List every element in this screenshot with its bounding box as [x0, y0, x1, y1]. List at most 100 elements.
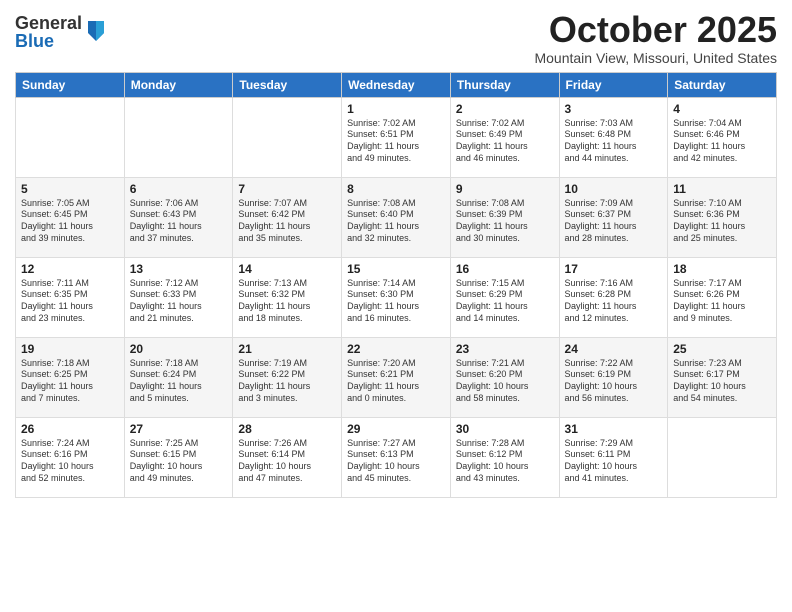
day-cell: 25 Sunrise: 7:23 AM Sunset: 6:17 PM Dayli… [668, 337, 777, 417]
day-number: 26 [21, 422, 119, 436]
col-saturday: Saturday [668, 72, 777, 97]
day-info: Sunrise: 7:14 AM Sunset: 6:30 PM Dayligh… [347, 278, 445, 325]
day-info: Sunrise: 7:10 AM Sunset: 6:36 PM Dayligh… [673, 198, 771, 245]
day-number: 14 [238, 262, 336, 276]
day-info: Sunrise: 7:28 AM Sunset: 6:12 PM Dayligh… [456, 438, 554, 485]
day-info: Sunrise: 7:24 AM Sunset: 6:16 PM Dayligh… [21, 438, 119, 485]
day-number: 7 [238, 182, 336, 196]
day-number: 8 [347, 182, 445, 196]
day-number: 16 [456, 262, 554, 276]
day-cell: 5Sunrise: 7:05 AM Sunset: 6:45 PM Daylig… [16, 177, 125, 257]
day-info: Sunrise: 7:08 AM Sunset: 6:40 PM Dayligh… [347, 198, 445, 245]
day-cell: 8 Sunrise: 7:08 AM Sunset: 6:40 PM Daylig… [342, 177, 451, 257]
day-cell: 20 Sunrise: 7:18 AM Sunset: 6:24 PM Dayli… [124, 337, 233, 417]
title-block: October 2025 Mountain View, Missouri, Un… [534, 10, 777, 66]
day-cell: 23Sunrise: 7:21 AM Sunset: 6:20 PM Dayli… [450, 337, 559, 417]
day-info: Sunrise: 7:29 AM Sunset: 6:11 PM Dayligh… [565, 438, 663, 485]
day-cell [16, 97, 125, 177]
day-number: 3 [565, 102, 663, 116]
day-info: Sunrise: 7:03 AM Sunset: 6:48 PM Dayligh… [565, 118, 663, 165]
day-info: Sunrise: 7:18 AM Sunset: 6:25 PM Dayligh… [21, 358, 119, 405]
day-number: 21 [238, 342, 336, 356]
day-cell: 28Sunrise: 7:26 AM Sunset: 6:14 PM Dayli… [233, 417, 342, 497]
day-number: 1 [347, 102, 445, 116]
day-cell: 31 Sunrise: 7:29 AM Sunset: 6:11 PM Dayli… [559, 417, 668, 497]
day-number: 12 [21, 262, 119, 276]
month-title: October 2025 [534, 10, 777, 50]
day-info: Sunrise: 7:02 AM Sunset: 6:51 PM Dayligh… [347, 118, 445, 165]
day-info: Sunrise: 7:05 AM Sunset: 6:45 PM Dayligh… [21, 198, 119, 245]
day-number: 9 [456, 182, 554, 196]
page: General Blue October 2025 Mountain View,… [0, 0, 792, 612]
day-cell [668, 417, 777, 497]
col-tuesday: Tuesday [233, 72, 342, 97]
col-wednesday: Wednesday [342, 72, 451, 97]
week-row-5: 26 Sunrise: 7:24 AM Sunset: 6:16 PM Dayli… [16, 417, 777, 497]
day-number: 28 [238, 422, 336, 436]
day-info: Sunrise: 7:04 AM Sunset: 6:46 PM Dayligh… [673, 118, 771, 165]
week-row-1: 1 Sunrise: 7:02 AM Sunset: 6:51 PM Daylig… [16, 97, 777, 177]
week-row-2: 5Sunrise: 7:05 AM Sunset: 6:45 PM Daylig… [16, 177, 777, 257]
calendar-table: Sunday Monday Tuesday Wednesday Thursday… [15, 72, 777, 498]
day-number: 6 [130, 182, 228, 196]
day-cell: 27 Sunrise: 7:25 AM Sunset: 6:15 PM Dayli… [124, 417, 233, 497]
day-cell: 13Sunrise: 7:12 AM Sunset: 6:33 PM Dayli… [124, 257, 233, 337]
day-info: Sunrise: 7:09 AM Sunset: 6:37 PM Dayligh… [565, 198, 663, 245]
day-number: 31 [565, 422, 663, 436]
day-cell: 26 Sunrise: 7:24 AM Sunset: 6:16 PM Dayli… [16, 417, 125, 497]
day-number: 20 [130, 342, 228, 356]
day-info: Sunrise: 7:16 AM Sunset: 6:28 PM Dayligh… [565, 278, 663, 325]
day-cell: 19 Sunrise: 7:18 AM Sunset: 6:25 PM Dayli… [16, 337, 125, 417]
day-cell: 21 Sunrise: 7:19 AM Sunset: 6:22 PM Dayli… [233, 337, 342, 417]
day-number: 25 [673, 342, 771, 356]
day-number: 2 [456, 102, 554, 116]
day-cell: 16 Sunrise: 7:15 AM Sunset: 6:29 PM Dayli… [450, 257, 559, 337]
day-cell: 15 Sunrise: 7:14 AM Sunset: 6:30 PM Dayli… [342, 257, 451, 337]
day-number: 4 [673, 102, 771, 116]
day-cell: 24Sunrise: 7:22 AM Sunset: 6:19 PM Dayli… [559, 337, 668, 417]
week-row-4: 19 Sunrise: 7:18 AM Sunset: 6:25 PM Dayli… [16, 337, 777, 417]
day-cell: 3 Sunrise: 7:03 AM Sunset: 6:48 PM Daylig… [559, 97, 668, 177]
day-number: 15 [347, 262, 445, 276]
day-number: 22 [347, 342, 445, 356]
day-info: Sunrise: 7:18 AM Sunset: 6:24 PM Dayligh… [130, 358, 228, 405]
day-info: Sunrise: 7:22 AM Sunset: 6:19 PM Dayligh… [565, 358, 663, 405]
day-cell: 9 Sunrise: 7:08 AM Sunset: 6:39 PM Daylig… [450, 177, 559, 257]
day-info: Sunrise: 7:11 AM Sunset: 6:35 PM Dayligh… [21, 278, 119, 325]
logo-blue-text: Blue [15, 32, 82, 50]
day-number: 23 [456, 342, 554, 356]
day-info: Sunrise: 7:19 AM Sunset: 6:22 PM Dayligh… [238, 358, 336, 405]
header-row-days: Sunday Monday Tuesday Wednesday Thursday… [16, 72, 777, 97]
day-info: Sunrise: 7:12 AM Sunset: 6:33 PM Dayligh… [130, 278, 228, 325]
day-cell: 11 Sunrise: 7:10 AM Sunset: 6:36 PM Dayli… [668, 177, 777, 257]
day-number: 27 [130, 422, 228, 436]
day-number: 30 [456, 422, 554, 436]
col-friday: Friday [559, 72, 668, 97]
day-info: Sunrise: 7:15 AM Sunset: 6:29 PM Dayligh… [456, 278, 554, 325]
day-cell: 14 Sunrise: 7:13 AM Sunset: 6:32 PM Dayli… [233, 257, 342, 337]
day-info: Sunrise: 7:17 AM Sunset: 6:26 PM Dayligh… [673, 278, 771, 325]
day-cell: 17Sunrise: 7:16 AM Sunset: 6:28 PM Dayli… [559, 257, 668, 337]
col-sunday: Sunday [16, 72, 125, 97]
day-number: 11 [673, 182, 771, 196]
day-cell: 4 Sunrise: 7:04 AM Sunset: 6:46 PM Daylig… [668, 97, 777, 177]
location-title: Mountain View, Missouri, United States [534, 50, 777, 66]
week-row-3: 12 Sunrise: 7:11 AM Sunset: 6:35 PM Dayli… [16, 257, 777, 337]
day-info: Sunrise: 7:25 AM Sunset: 6:15 PM Dayligh… [130, 438, 228, 485]
day-cell: 18 Sunrise: 7:17 AM Sunset: 6:26 PM Dayli… [668, 257, 777, 337]
day-number: 19 [21, 342, 119, 356]
day-cell: 12 Sunrise: 7:11 AM Sunset: 6:35 PM Dayli… [16, 257, 125, 337]
day-info: Sunrise: 7:08 AM Sunset: 6:39 PM Dayligh… [456, 198, 554, 245]
day-number: 10 [565, 182, 663, 196]
day-cell [233, 97, 342, 177]
day-info: Sunrise: 7:23 AM Sunset: 6:17 PM Dayligh… [673, 358, 771, 405]
day-info: Sunrise: 7:07 AM Sunset: 6:42 PM Dayligh… [238, 198, 336, 245]
day-cell: 1 Sunrise: 7:02 AM Sunset: 6:51 PM Daylig… [342, 97, 451, 177]
day-info: Sunrise: 7:13 AM Sunset: 6:32 PM Dayligh… [238, 278, 336, 325]
day-cell [124, 97, 233, 177]
header-row: General Blue October 2025 Mountain View,… [15, 10, 777, 66]
day-number: 18 [673, 262, 771, 276]
logo: General Blue [15, 14, 108, 50]
day-info: Sunrise: 7:20 AM Sunset: 6:21 PM Dayligh… [347, 358, 445, 405]
day-cell: 30 Sunrise: 7:28 AM Sunset: 6:12 PM Dayli… [450, 417, 559, 497]
